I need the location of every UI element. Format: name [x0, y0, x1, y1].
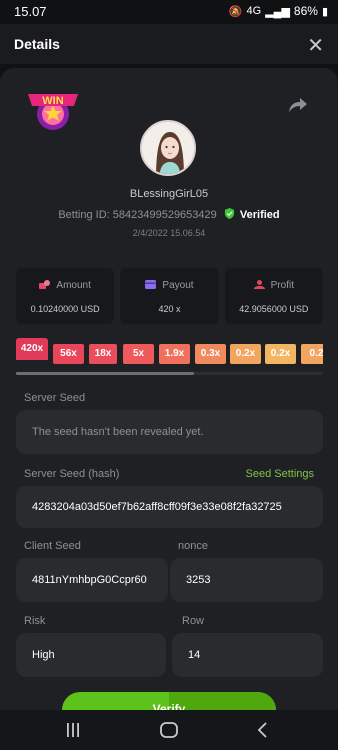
server-seed-label: Server Seed [24, 392, 86, 404]
multiplier-chip: 0.3x [195, 344, 226, 364]
server-seed-hash-label: Server Seed (hash) [24, 468, 120, 480]
verify-button[interactable]: Verify [62, 692, 276, 710]
multiplier-scrollbar[interactable] [16, 372, 323, 375]
multiplier-chip: 56x [53, 344, 84, 364]
wallet-icon [145, 280, 157, 289]
profit-user-icon [253, 280, 265, 289]
recent-apps-icon[interactable] [65, 719, 81, 741]
multiplier-chip: 0.2 [301, 344, 323, 364]
scrollbar-thumb[interactable] [16, 372, 194, 375]
multiplier-strip[interactable]: 420x 56x 18x 5x 1.9x 0.3x 0.2x 0.2x 0.2 [16, 336, 323, 372]
username: BLessingGirL05 [129, 188, 209, 200]
profit-value: 42.9056000 USD [239, 304, 309, 314]
payout-stat: Payout 420 x [120, 268, 219, 324]
server-seed-hash-field[interactable]: 4283204a03d50ef7b62aff8cff09f3e33e08f2fa… [16, 486, 323, 528]
network-type: 4G [246, 5, 262, 17]
profit-label: Profit [270, 280, 294, 291]
row-field[interactable]: 14 [172, 633, 323, 677]
client-seed-field[interactable]: 4811nYmhbpG0Ccpr60 [16, 558, 168, 602]
page-title: Details [14, 36, 60, 52]
stats-row: Amount 0.10240000 USD Payout 420 x Profi… [16, 268, 323, 324]
betting-id-row: Betting ID: 584234995296534​29 Verified [0, 208, 338, 221]
amount-value: 0.10240000 USD [30, 304, 100, 314]
payout-label: Payout [162, 280, 194, 291]
amount-label: Amount [56, 280, 91, 291]
verified-shield-icon [224, 208, 234, 219]
avatar [140, 120, 196, 176]
close-icon[interactable]: ✕ [307, 33, 324, 58]
verified-label: Verified [239, 209, 280, 221]
coins-icon [39, 280, 51, 289]
seed-settings-link[interactable]: Seed Settings [246, 468, 315, 480]
profit-stat: Profit 42.9056000 USD [224, 268, 323, 324]
details-header: Details ✕ [0, 24, 338, 64]
bet-details-card: WIN BLessingGirL05 Betting ID: 584234995… [0, 68, 338, 710]
multiplier-chip: 18x [89, 344, 117, 364]
multiplier-chip: 1.9x [159, 344, 190, 364]
multiplier-chip: 420x [16, 338, 48, 360]
share-icon[interactable] [288, 96, 308, 114]
bet-date: 2/4/2022 15.06.54 [132, 228, 206, 238]
risk-field[interactable]: High [16, 633, 166, 677]
back-icon[interactable] [255, 719, 271, 741]
betting-id-value: 584234995296534​29 [112, 209, 217, 221]
home-icon[interactable] [158, 719, 180, 741]
payout-value: 420 x [158, 304, 181, 314]
win-badge-icon: WIN [28, 94, 78, 130]
verify-button-shade [169, 692, 276, 710]
status-bar: 15.07 🔕 4G ▂▄▆ 86% ▮ [0, 0, 338, 24]
betting-id-label: Betting ID: [58, 209, 110, 221]
svg-text:WIN: WIN [42, 95, 63, 107]
row-label: Row [182, 615, 205, 627]
status-icons: 🔕 4G ▂▄▆ 86% ▮ [229, 4, 328, 18]
verify-button-label: Verify [152, 702, 186, 710]
client-seed-label: Client Seed [24, 540, 81, 552]
signal-icon: ▂▄▆ [265, 5, 290, 18]
amount-stat: Amount 0.10240000 USD [16, 268, 115, 324]
multiplier-chip: 0.2x [230, 344, 261, 364]
battery-icon: ▮ [321, 5, 328, 18]
status-time: 15.07 [14, 4, 47, 19]
battery-level: 86% [293, 4, 318, 18]
multiplier-chip: 5x [123, 344, 154, 364]
system-nav-bar [0, 710, 338, 750]
risk-label: Risk [24, 615, 46, 627]
nonce-label: nonce [178, 540, 208, 552]
multiplier-chip: 0.2x [265, 344, 296, 364]
mute-icon: 🔕 [228, 5, 243, 18]
nonce-field[interactable]: 3253 [170, 558, 323, 602]
server-seed-field[interactable]: The seed hasn't been revealed yet. [16, 410, 323, 454]
